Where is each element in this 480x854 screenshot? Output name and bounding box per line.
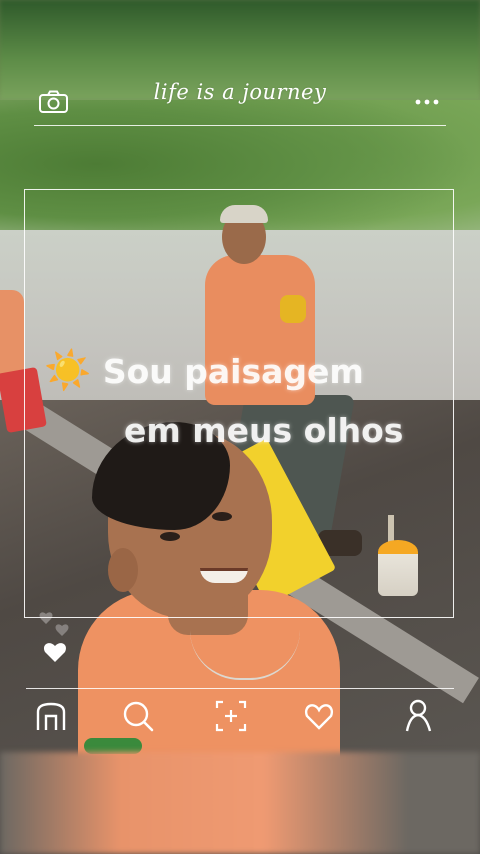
blurred-foreground <box>0 752 480 854</box>
home-icon[interactable] <box>34 698 68 734</box>
more-horizontal-icon[interactable] <box>412 92 446 105</box>
caption-line-2: em meus olhos <box>124 411 404 451</box>
sun-emoji: ☀️ <box>44 348 92 392</box>
profile-icon[interactable] <box>402 698 436 734</box>
nav-divider <box>26 688 454 689</box>
side-hearts <box>38 608 82 668</box>
caption-line-1: Sou paisagem <box>102 352 364 391</box>
heart-outline-icon <box>39 612 69 636</box>
overlay-header: life is a journey <box>0 78 480 126</box>
header-title: life is a journey <box>153 80 327 104</box>
heart-filled-icon <box>44 643 66 662</box>
post-caption: ☀️ Sou paisagem em meus olhos <box>44 338 464 460</box>
heart-icon[interactable] <box>302 698 336 734</box>
add-icon[interactable] <box>214 698 248 734</box>
search-icon[interactable] <box>121 698 155 734</box>
header-divider <box>34 125 446 126</box>
bottom-nav <box>0 696 480 740</box>
partial-person-left <box>0 290 24 380</box>
